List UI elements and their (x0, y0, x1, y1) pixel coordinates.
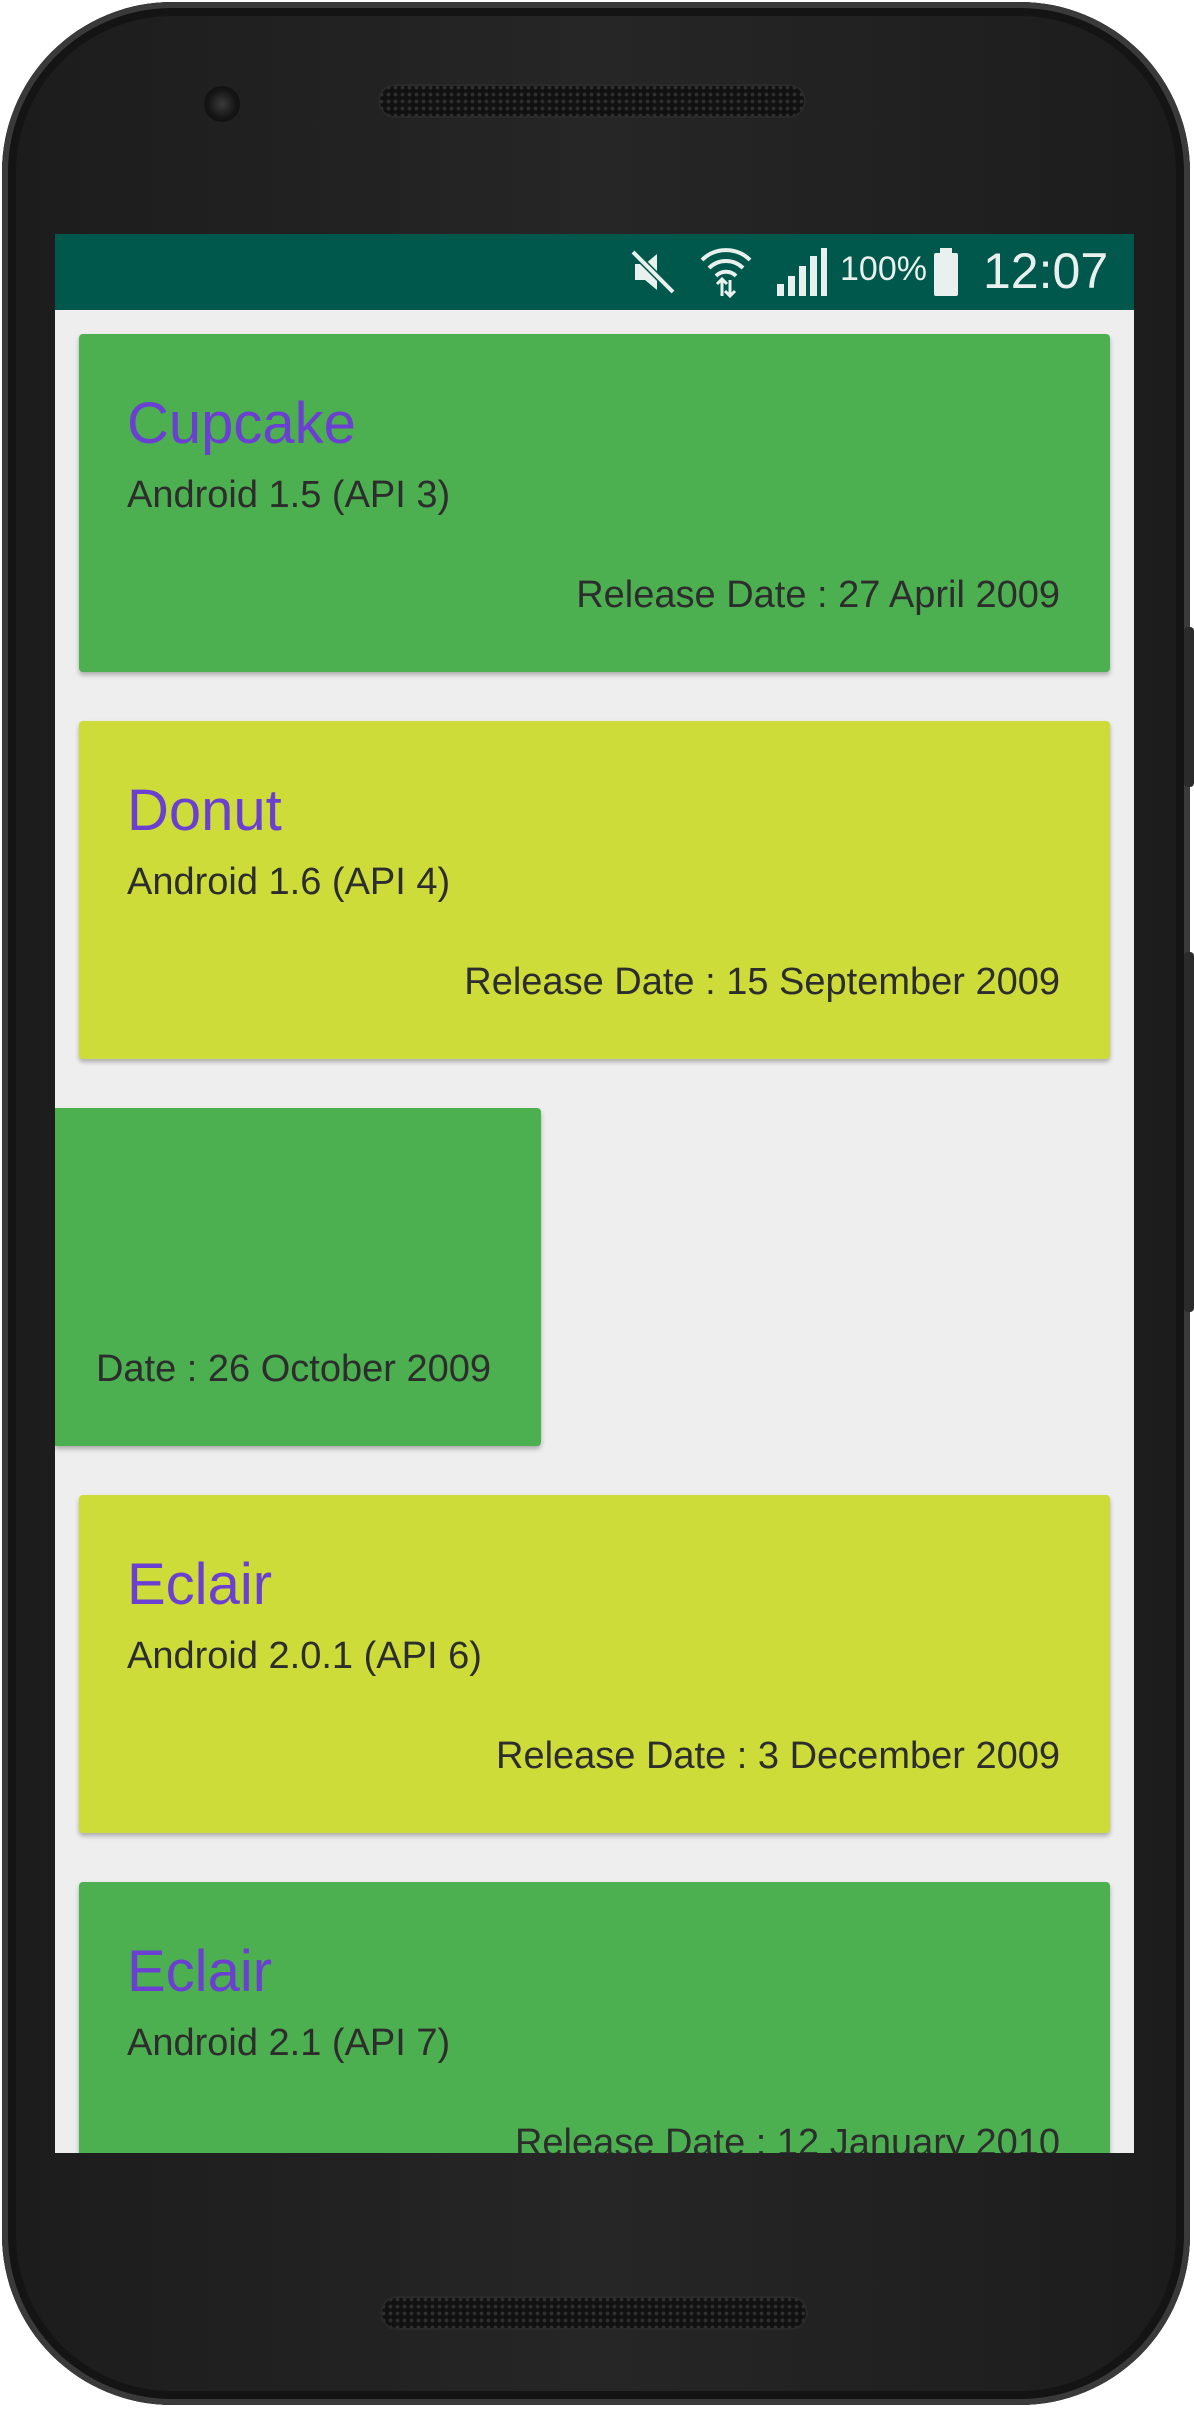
mute-icon (630, 249, 676, 295)
screen: 100% 12:07 Cupcake Android 1.5 (API 3) R… (55, 234, 1134, 2153)
top-speaker (378, 84, 806, 118)
version-api: Android 2.0.1 (API 6) (127, 1635, 482, 1677)
phone-frame: 100% 12:07 Cupcake Android 1.5 (API 3) R… (2, 2, 1194, 2405)
bottom-speaker (380, 2296, 808, 2330)
power-button (1184, 627, 1194, 787)
version-name: Donut (127, 778, 282, 843)
battery-percentage: 100% (840, 250, 927, 288)
list-item[interactable]: Eclair Android 2.1 (API 7) Release Date … (79, 1882, 1110, 2153)
release-date: Release Date : 3 December 2009 (496, 1735, 1060, 1777)
list-item[interactable]: Eclair Android 2.0.1 (API 6) Release Dat… (79, 1495, 1110, 1833)
front-camera (204, 86, 240, 122)
volume-button (1184, 952, 1194, 1312)
list-item[interactable]: Cupcake Android 1.5 (API 3) Release Date… (79, 334, 1110, 672)
status-bar: 100% 12:07 (55, 234, 1134, 310)
version-api: Android 1.5 (API 3) (127, 474, 451, 516)
version-name: Cupcake (127, 391, 356, 456)
battery-icon (934, 248, 958, 296)
release-date: Release Date : 27 April 2009 (576, 574, 1060, 616)
version-api: Android 1.6 (API 4) (127, 861, 451, 903)
list-item[interactable]: Donut Android 1.6 (API 4) Release Date :… (79, 721, 1110, 1059)
release-date: Release Date : 15 September 2009 (464, 961, 1060, 1003)
release-date: Date : 26 October 2009 (95, 1348, 491, 1390)
version-name: Eclair (127, 1939, 273, 2004)
wifi-icon (700, 248, 752, 299)
release-date: Release Date : 12 January 2010 (514, 2122, 1060, 2153)
version-name: Eclair (127, 1552, 273, 1617)
clock: 12:07 (983, 243, 1109, 299)
version-api: Android 2.1 (API 7) (127, 2022, 451, 2064)
list-item-swiped[interactable]: Date : 26 October 2009 (55, 1108, 541, 1446)
signal-icon (777, 248, 827, 296)
